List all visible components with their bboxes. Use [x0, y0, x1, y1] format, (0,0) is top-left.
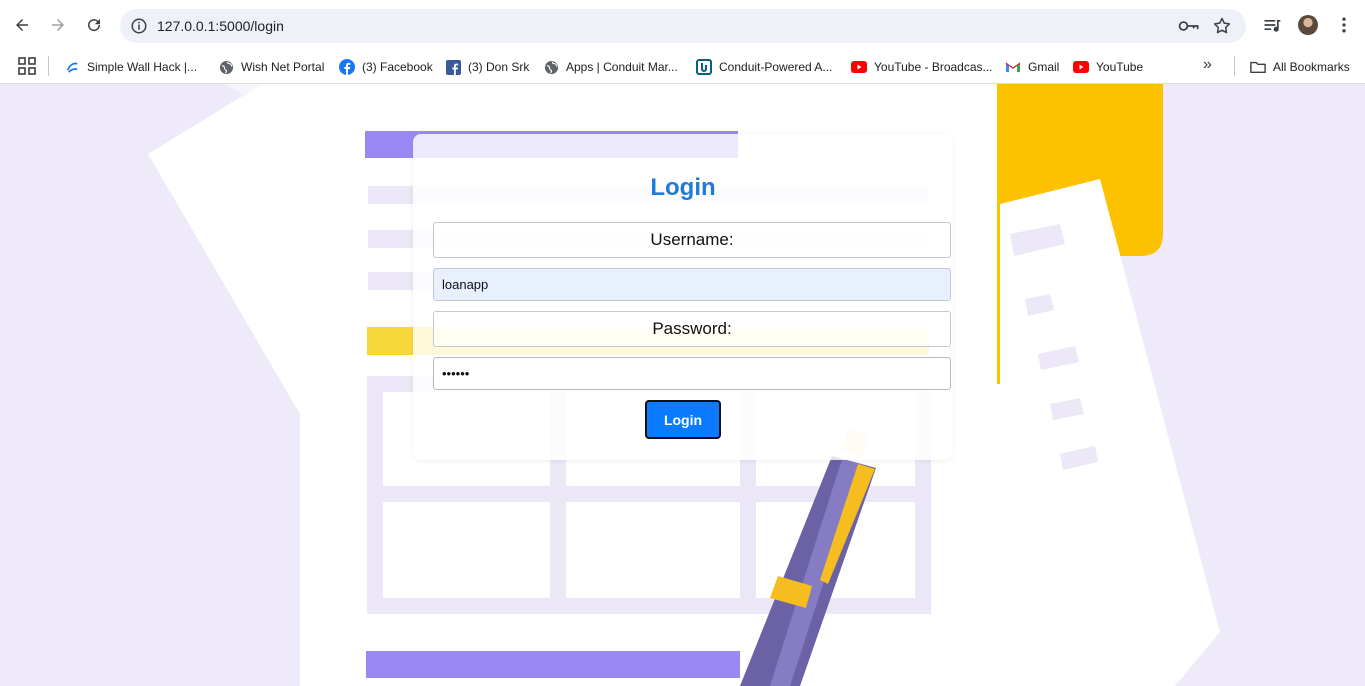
facebook-square-icon: [445, 59, 461, 75]
page-viewport: Login Username: Password: Login: [0, 84, 1365, 686]
link-icon: [64, 59, 80, 75]
bookmark-don-srk[interactable]: (3) Don Srk: [445, 50, 529, 84]
back-button[interactable]: [10, 12, 34, 38]
bookmarks-overflow-button[interactable]: »: [1203, 56, 1221, 76]
password-key-icon[interactable]: [1178, 17, 1200, 35]
bookmark-conduit-powered[interactable]: Conduit-Powered A...: [696, 50, 832, 84]
more-vertical-icon[interactable]: [1334, 15, 1354, 35]
profile-avatar[interactable]: [1298, 15, 1318, 35]
paper-sheet-right: [1000, 179, 1220, 686]
purple-footer-bar: [366, 651, 740, 678]
bookmark-simple-wall-hack[interactable]: Simple Wall Hack |...: [64, 50, 197, 84]
address-bar[interactable]: 127.0.0.1:5000/login: [120, 9, 1246, 43]
username-label: Username:: [433, 222, 951, 258]
all-bookmarks-button[interactable]: All Bookmarks: [1250, 50, 1350, 84]
password-label: Password:: [433, 311, 951, 347]
bookmark-facebook[interactable]: (3) Facebook: [339, 50, 433, 84]
bookmarks-bar: Simple Wall Hack |... Wish Net Portal (3…: [0, 50, 1365, 84]
bookmark-star-icon[interactable]: [1212, 16, 1232, 36]
reload-button[interactable]: [82, 12, 106, 38]
apps-grid-icon[interactable]: [18, 57, 36, 75]
paper-sheet-left: [148, 84, 300, 414]
bookmark-wish-net-portal[interactable]: Wish Net Portal: [218, 50, 324, 84]
login-title: Login: [650, 174, 716, 201]
site-info-icon[interactable]: [130, 17, 148, 35]
globe-icon: [218, 59, 234, 75]
bookmark-apps-conduit[interactable]: Apps | Conduit Mar...: [543, 50, 678, 84]
arrow-left-icon: [16, 19, 28, 31]
youtube-icon: [851, 59, 867, 75]
username-input[interactable]: [433, 268, 951, 301]
bookmark-gmail[interactable]: Gmail: [1005, 50, 1059, 84]
reload-icon: [88, 19, 101, 32]
password-input[interactable]: [433, 357, 951, 390]
bookmark-youtube[interactable]: YouTube: [1073, 50, 1143, 84]
bookmarks-divider: [48, 56, 49, 76]
globe-icon: [543, 59, 559, 75]
gmail-icon: [1005, 59, 1021, 75]
media-queue-icon[interactable]: [1262, 15, 1282, 35]
login-button[interactable]: Login: [645, 400, 721, 439]
bookmarks-divider: [1234, 56, 1235, 76]
forward-button[interactable]: [46, 12, 70, 38]
browser-toolbar: 127.0.0.1:5000/login: [0, 0, 1365, 50]
facebook-icon: [339, 59, 355, 75]
url-text[interactable]: 127.0.0.1:5000/login: [157, 18, 284, 34]
youtube-icon: [1073, 59, 1089, 75]
login-card: Login Username: Password: Login: [413, 134, 953, 460]
conduit-icon: [696, 59, 712, 75]
folder-icon: [1250, 59, 1266, 75]
arrow-right-icon: [52, 19, 64, 31]
bookmark-youtube-broadcast[interactable]: YouTube - Broadcas...: [851, 50, 993, 84]
